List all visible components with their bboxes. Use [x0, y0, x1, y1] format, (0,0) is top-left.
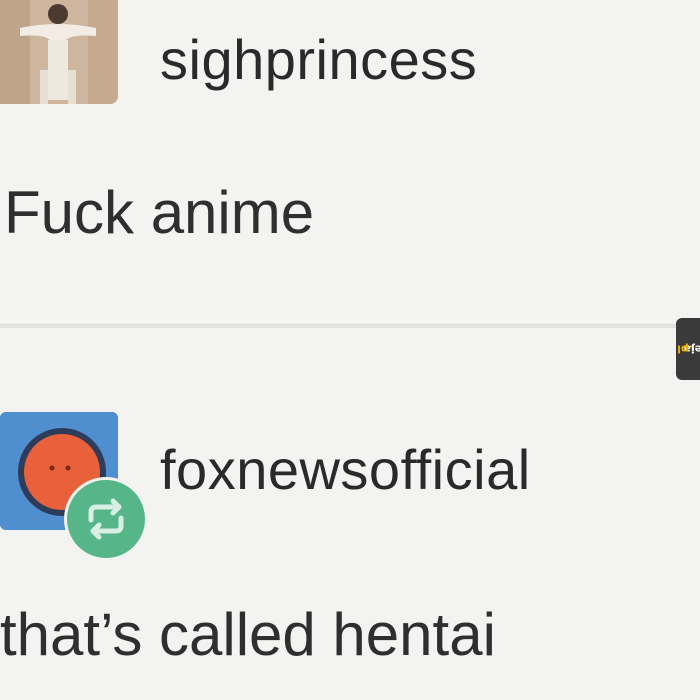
post-sighprincess: sighprincess Fuck anime [0, 0, 700, 325]
watermark-suffix: .pl [676, 342, 693, 356]
reblog-icon [64, 477, 148, 561]
post-text: that’s called hentai [0, 601, 496, 668]
post-text: Fuck anime [4, 179, 315, 246]
post-divider [0, 324, 700, 328]
watermark-badge: jeja.pl [676, 318, 700, 380]
username[interactable]: foxnewsofficial [160, 437, 531, 502]
person-photo-icon[interactable] [0, 0, 118, 104]
username[interactable]: sighprincess [160, 27, 477, 92]
